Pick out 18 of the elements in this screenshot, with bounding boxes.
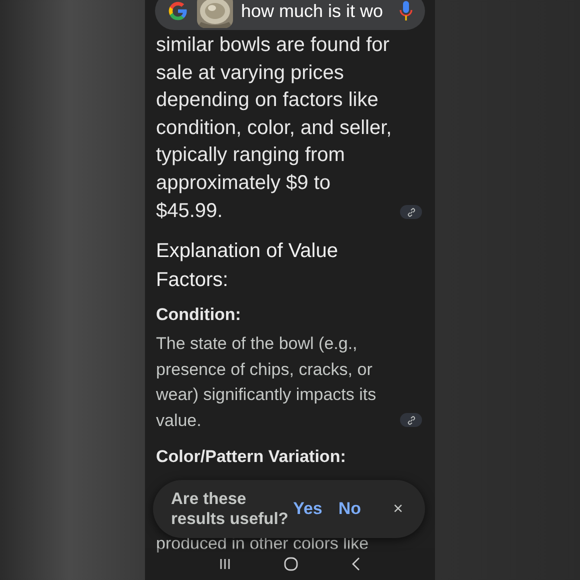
factor-description: The state of the bowl (e.g., presence of chips, cracks, or wear) significantly impacts its value. [156,333,378,432]
answer-paragraph: similar bowls are found for sale at varying prices depending on factors like condition, color, and seller, typically ranging from approximately $9 to $45.99. [156,33,393,224]
search-bar[interactable]: how much is it wo [155,0,425,30]
yes-button[interactable]: Yes [289,494,326,524]
google-icon [167,0,189,22]
microphone-icon[interactable] [399,0,413,22]
back-icon[interactable] [350,556,362,572]
close-button[interactable]: × [389,496,407,522]
factor-heading: Color/Pattern Variation: [156,447,346,466]
section-heading: Explanation of Value Factors: [156,240,338,292]
factor-heading: Condition: [156,305,241,324]
recent-apps-icon[interactable] [218,557,232,571]
source-link-icon[interactable] [400,205,422,220]
source-link-icon[interactable] [400,413,422,428]
feedback-question: Are these results useful? [171,489,290,529]
home-icon[interactable] [282,556,299,572]
search-query[interactable]: how much is it wo [241,0,391,24]
no-button[interactable]: No [334,494,366,524]
